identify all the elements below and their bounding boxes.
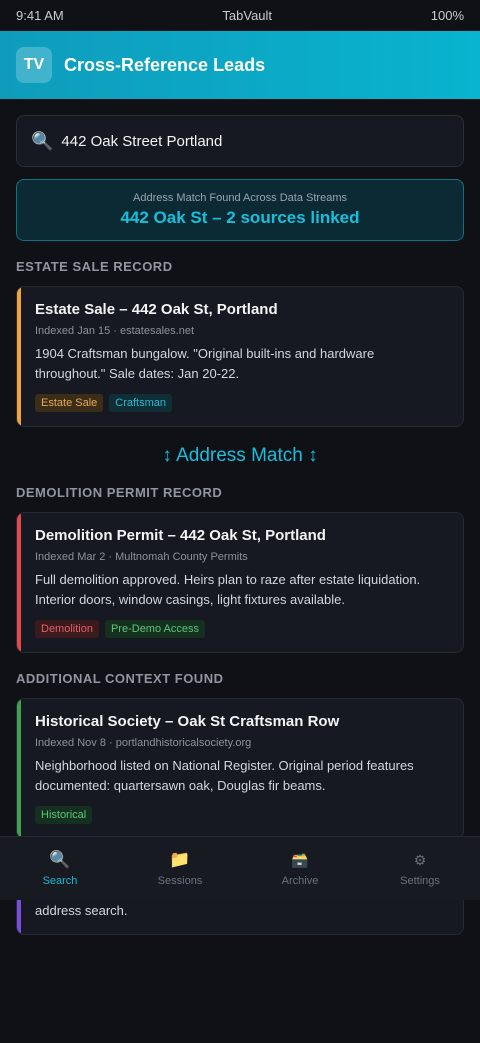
- status-app-name: TabVault: [222, 8, 273, 23]
- card-body: address search.: [35, 903, 128, 918]
- card-body: Full demolition approved. Heirs plan to …: [35, 572, 421, 607]
- card-title: Demolition Permit – 442 Oak St, Portland: [35, 527, 326, 544]
- nav-archive[interactable]: 🗃️ Archive: [240, 850, 360, 887]
- tag-craftsman: Craftsman: [109, 394, 173, 412]
- card-meta: Indexed Mar 2 · Multnomah County Permits: [35, 551, 248, 563]
- search-box[interactable]: 🔍: [16, 115, 464, 167]
- page-title: Cross-Reference Leads: [64, 54, 266, 75]
- address-match-banner: Address Match Found Across Data Streams …: [16, 179, 464, 241]
- section-label-demolition: DEMOLITION PERMIT RECORD: [16, 485, 223, 500]
- demolition-permit-card[interactable]: Demolition Permit – 442 Oak St, Portland…: [16, 512, 464, 653]
- tag-pre-demo-access: Pre-Demo Access: [104, 620, 205, 638]
- card-tags: Historical: [35, 806, 447, 824]
- partial-card[interactable]: address search.: [16, 900, 464, 935]
- section-label-context: ADDITIONAL CONTEXT FOUND: [16, 671, 224, 686]
- magnifier-icon: 🔍: [49, 850, 71, 869]
- status-time: 9:41 AM: [16, 8, 64, 23]
- card-body: Neighborhood listed on National Register…: [35, 758, 414, 793]
- nav-search[interactable]: 🔍 Search: [0, 850, 120, 887]
- app-logo: TV: [16, 47, 52, 83]
- nav-settings[interactable]: ⚙ Settings: [360, 850, 480, 887]
- main-content: 🔍 Address Match Found Across Data Stream…: [0, 99, 480, 839]
- card-meta: Indexed Jan 15 · estatesales.net: [35, 325, 194, 337]
- file-cabinet-icon: 🗃️: [291, 852, 309, 868]
- tag-estate-sale: Estate Sale: [35, 394, 104, 412]
- gear-icon: ⚙: [413, 852, 427, 868]
- card-tags: Demolition Pre-Demo Access: [35, 620, 447, 638]
- match-banner-subtitle: Address Match Found Across Data Streams: [133, 192, 347, 204]
- app-header: TV Cross-Reference Leads: [0, 31, 480, 99]
- status-battery: 100%: [430, 8, 464, 23]
- nav-label: Search: [42, 875, 78, 887]
- card-title: Estate Sale – 442 Oak St, Portland: [35, 301, 278, 318]
- historical-society-card[interactable]: Historical Society – Oak St Craftsman Ro…: [16, 698, 464, 839]
- magnifier-icon: 🔍: [31, 130, 54, 151]
- estate-sale-card[interactable]: Estate Sale – 442 Oak St, Portland Index…: [16, 286, 464, 427]
- nav-label: Settings: [400, 875, 440, 887]
- match-banner-title: 442 Oak St – 2 sources linked: [120, 208, 360, 227]
- card-title: Historical Society – Oak St Craftsman Ro…: [35, 713, 340, 730]
- search-input[interactable]: [61, 132, 449, 150]
- nav-label: Archive: [281, 875, 319, 887]
- address-match-link: ↕ Address Match ↕: [162, 445, 318, 466]
- tag-demolition: Demolition: [35, 620, 99, 638]
- tag-historical: Historical: [35, 806, 93, 824]
- nav-label: Sessions: [157, 875, 203, 887]
- folder-icon: 📁: [169, 850, 191, 869]
- card-body: 1904 Craftsman bungalow. "Original built…: [35, 346, 375, 381]
- card-tags: Estate Sale Craftsman: [35, 394, 447, 412]
- bottom-nav: 🔍 Search 📁 Sessions 🗃️ Archive ⚙ Setting…: [0, 836, 480, 900]
- section-label-estate: ESTATE SALE RECORD: [16, 259, 173, 274]
- nav-sessions[interactable]: 📁 Sessions: [120, 850, 240, 887]
- card-meta: Indexed Nov 8 · portlandhistoricalsociet…: [35, 737, 252, 749]
- status-bar: 9:41 AM TabVault 100%: [0, 0, 480, 31]
